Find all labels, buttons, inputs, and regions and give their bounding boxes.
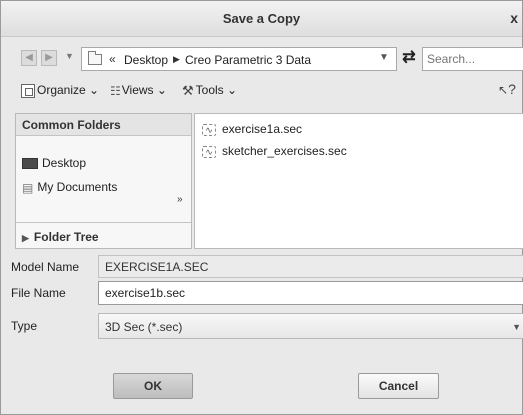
file-list-item[interactable]: ∿ sketcher_exercises.sec <box>202 144 347 158</box>
tools-label: Tools <box>195 83 224 98</box>
sec-file-icon: ∿ <box>202 123 216 136</box>
close-icon[interactable]: x <box>510 10 518 26</box>
dialog-title: Save a Copy <box>222 11 301 26</box>
folder-icon <box>88 51 102 65</box>
help-pointer-icon[interactable]: ↖? <box>498 81 516 97</box>
views-icon: ☷ <box>110 83 121 98</box>
file-list[interactable]: ∿ exercise1a.sec ∿ sketcher_exercises.sec <box>194 113 523 249</box>
model-name-label: Model Name <box>11 260 80 274</box>
common-folders-panel: Common Folders Desktop ▤ My Documents » ▶… <box>15 113 192 249</box>
expand-more-icon[interactable]: » <box>177 194 183 205</box>
triangle-right-icon: ▶ <box>22 233 29 243</box>
common-folder-desktop[interactable]: Desktop <box>22 156 86 170</box>
views-menu[interactable]: ☷ Views ⌄ <box>110 83 167 98</box>
folder-tree-toggle[interactable]: ▶ Folder Tree <box>22 230 99 244</box>
breadcrumb-creo-data[interactable]: Creo Parametric 3 Data <box>185 53 311 67</box>
chevron-down-icon: ▼ <box>512 322 521 332</box>
file-name-input[interactable] <box>98 281 523 305</box>
cancel-button[interactable]: Cancel <box>358 373 439 399</box>
type-selected-value: 3D Sec (*.sec) <box>105 320 183 334</box>
file-name-label: File Name <box>11 286 66 300</box>
divider <box>16 222 191 223</box>
breadcrumb-separator-icon[interactable]: ▶ <box>173 54 180 65</box>
tools-menu[interactable]: ⚒ Tools ⌄ <box>182 83 237 99</box>
address-dropdown-icon[interactable]: ▼ <box>379 52 389 63</box>
views-label: Views <box>121 83 154 97</box>
tools-icon: ⚒ <box>182 83 194 98</box>
history-dropdown-icon[interactable]: ▼ <box>65 51 74 61</box>
save-a-copy-dialog: Save a Copy x ◀ ▶ ▼ « Desktop ▶ Creo Par… <box>0 0 523 415</box>
address-bar[interactable]: « Desktop ▶ Creo Parametric 3 Data ▼ <box>81 47 397 71</box>
organize-icon <box>21 83 35 98</box>
chevron-down-icon: ⌄ <box>156 83 167 97</box>
search-input[interactable] <box>422 47 523 71</box>
forward-arrow-icon[interactable]: ▶ <box>41 50 57 66</box>
documents-icon: ▤ <box>22 180 34 195</box>
chevron-down-icon: ⌄ <box>227 83 238 98</box>
refresh-icon[interactable]: ⇄ <box>397 47 421 71</box>
overflow-chevron-icon[interactable]: « <box>109 52 116 66</box>
desktop-icon <box>22 158 38 170</box>
model-name-field: EXERCISE1A.SEC <box>98 255 523 278</box>
chevron-down-icon: ⌄ <box>89 83 100 97</box>
organize-label: Organize <box>37 83 86 97</box>
back-arrow-icon[interactable]: ◀ <box>21 50 37 66</box>
ok-button[interactable]: OK <box>113 373 193 399</box>
common-folder-my-documents[interactable]: ▤ My Documents <box>22 180 117 195</box>
title-bar[interactable]: Save a Copy x <box>1 1 522 37</box>
type-label: Type <box>11 319 38 333</box>
breadcrumb-desktop[interactable]: Desktop <box>124 53 168 67</box>
file-list-item[interactable]: ∿ exercise1a.sec <box>202 122 302 136</box>
type-select[interactable]: 3D Sec (*.sec) ▼ <box>98 313 523 339</box>
sec-file-icon: ∿ <box>202 145 216 158</box>
organize-menu[interactable]: Organize ⌄ <box>21 83 99 98</box>
common-folders-header[interactable]: Common Folders <box>16 114 191 136</box>
